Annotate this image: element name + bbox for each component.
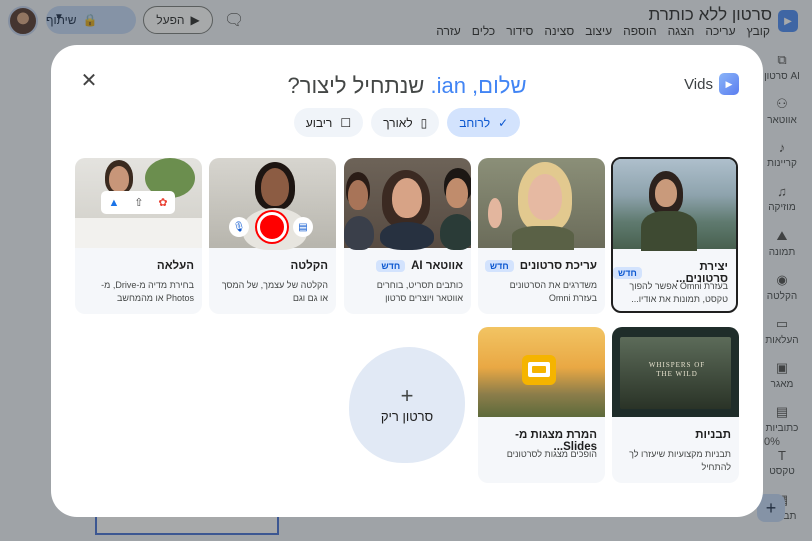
card-create-video[interactable]: יצירת סרטונים... חדש בעזרת Omni אפשר להפ… [611,157,738,313]
upload-icon: ⇧ [134,197,144,209]
format-label: לאורך [383,115,413,130]
card-ai-avatar[interactable]: אווטאר AI חדש כותבים תסריט, בוחרים אווטא… [344,158,471,314]
new-badge: חדש [376,260,406,272]
portrait-icon: ▯ [420,115,428,130]
card-title: אווטאר AI חדש [376,260,463,272]
card-title: העלאה [157,260,194,272]
card-thumbnail [478,327,605,417]
format-landscape-button[interactable]: ✓ לרוחב [447,108,521,137]
card-title: תבניות [695,429,731,441]
card-title-text: אווטאר AI [411,260,463,272]
format-label: ריבוע [305,115,333,130]
card-description: כותבים תסריט, בוחרים אווטאר ויוצרים סרטו… [376,280,463,303]
card-description: הופכים מצגות לסרטונים [506,449,597,459]
card-title-text: עריכת סרטונים [519,260,597,272]
card-title-text: תבניות [695,429,731,441]
card-thumbnail: WHISPERS OF THE WILD [612,327,739,417]
card-thumbnail [478,158,605,250]
square-icon: ☐ [340,115,352,130]
blank-video-label: סרטון ריק [380,409,434,424]
card-description: תבניות מקצועיות שיעזרו לך להתחיל [629,449,731,472]
app-window: ▶ סרטון ללא כותרת קובץ עריכה הצגה הוספה … [0,0,812,541]
card-upload[interactable]: ▲ ⇧ ✿ העלאה בחירת מדיה מ-Drive, מ-Photos… [75,158,202,314]
format-label: לרוחב [459,115,491,130]
start-dialog: ✕ Vids ▶ שלום, ian. שנתחיל ליצור? ✓ לרוח… [51,45,763,517]
dialog-greeting: שלום, ian. שנתחיל ליצור? [51,73,763,99]
google-photos-icon: ✿ [158,197,168,209]
card-thumbnail: ▲ ⇧ ✿ [75,158,202,248]
check-icon: ✓ [498,115,509,130]
format-selector: ✓ לרוחב ▯ לאורך ☐ ריבוע [51,108,763,137]
card-record[interactable]: 🎙 ▤ הקלטה הקלטה של עצמך, של המסך או גם ו… [209,158,336,314]
card-description: בחירת מדיה מ-Drive, מ-Photos או מהמחשב [101,280,194,303]
plus-icon: + [400,383,414,408]
upload-sources: ▲ ⇧ ✿ [101,191,175,214]
greeting-question: שנתחיל ליצור? [287,73,425,98]
card-thumbnail [613,159,736,251]
card-thumbnail: 🎙 ▤ [209,158,336,250]
record-button-icon [257,212,287,242]
card-thumbnail [344,158,471,250]
card-templates[interactable]: WHISPERS OF THE WILD תבניות תבניות מקצוע… [612,327,739,483]
format-portrait-button[interactable]: ▯ לאורך [371,108,440,137]
document-icon: ▤ [293,217,313,237]
card-description: משדרגים את הסרטונים בעזרת Omni [509,280,597,303]
card-description: בעזרת Omni אפשר להפוך טקסט, תמונות את או… [629,281,728,304]
card-slides-import[interactable]: המרת מצגות מ-Slides... הופכים מצגות לסרט… [478,327,605,483]
microphone-icon: 🎙 [229,217,249,237]
card-title: עריכת סרטונים חדש [484,260,597,272]
card-title: הקלטה [290,260,328,272]
greeting-hello: שלום, ian. [430,73,527,98]
new-badge: חדש [484,260,514,272]
card-edit-video[interactable]: עריכת סרטונים חדש משדרגים את הסרטונים בע… [478,158,605,314]
card-description: הקלטה של עצמך, של המסך או גם וגם [221,280,328,303]
google-drive-icon: ▲ [108,196,120,209]
blank-video-button[interactable]: + סרטון ריק [349,347,465,463]
format-square-button[interactable]: ☐ ריבוע [293,108,364,137]
new-badge: חדש [613,267,642,279]
template-thumb-title: WHISPERS OF THE WILD [648,361,706,378]
card-title-text: העלאה [156,260,194,272]
card-title-text: הקלטה [290,260,328,272]
